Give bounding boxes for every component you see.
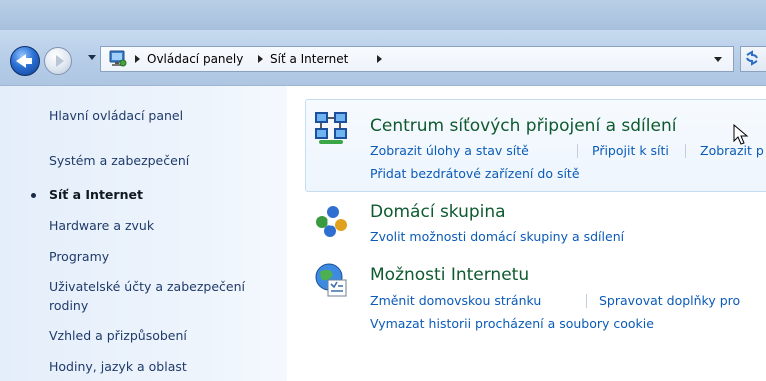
link-change-home-page[interactable]: Změnit domovskou stránku bbox=[370, 293, 541, 308]
link-separator bbox=[685, 144, 686, 158]
internet-options-icon[interactable] bbox=[313, 262, 349, 298]
link-separator bbox=[586, 294, 587, 308]
refresh-icon bbox=[746, 50, 758, 66]
navigation-bar: Ovládací panely Síť a Internet bbox=[0, 30, 766, 86]
address-bar[interactable]: Ovládací panely Síť a Internet bbox=[100, 46, 734, 72]
link-view-truncated[interactable]: Zobrazit p bbox=[700, 143, 764, 158]
sidebar-item-programs[interactable]: Programy bbox=[49, 247, 109, 266]
mouse-cursor-icon bbox=[733, 124, 749, 145]
breadcrumb-arrow-icon[interactable] bbox=[258, 55, 263, 63]
link-separator bbox=[577, 144, 578, 158]
sidebar-item-system-security[interactable]: Systém a zabezpečení bbox=[49, 151, 189, 170]
sidebar-item-network-internet: Síť a Internet bbox=[49, 187, 143, 202]
forward-arrow-icon bbox=[56, 55, 64, 67]
link-view-network-status[interactable]: Zobrazit úlohy a stav sítě bbox=[370, 143, 529, 158]
sidebar-item-appearance[interactable]: Vzhled a přizpůsobení bbox=[49, 326, 187, 345]
link-manage-addons[interactable]: Spravovat doplňky pro bbox=[599, 293, 740, 308]
back-arrow-icon bbox=[16, 54, 32, 68]
window-title-bar bbox=[0, 0, 766, 30]
address-dropdown-icon[interactable] bbox=[714, 57, 722, 62]
breadcrumb-network-internet[interactable]: Síť a Internet bbox=[270, 47, 348, 71]
sidebar-item-user-accounts[interactable]: Uživatelské účty a zabezpečení bbox=[49, 277, 245, 296]
breadcrumb-control-panel[interactable]: Ovládací panely bbox=[147, 47, 243, 71]
homegroup-icon[interactable] bbox=[313, 203, 349, 239]
category-title-internet-options[interactable]: Možnosti Internetu bbox=[370, 265, 529, 285]
link-connect-to-network[interactable]: Připojit k síti bbox=[592, 143, 669, 158]
current-item-bullet-icon bbox=[31, 193, 36, 198]
link-delete-browsing-history[interactable]: Vymazat historii procházení a soubory co… bbox=[370, 316, 654, 331]
refresh-button[interactable] bbox=[740, 46, 766, 72]
sidebar-item-clock-language[interactable]: Hodiny, jazyk a oblast bbox=[49, 357, 187, 376]
breadcrumb-arrow-icon[interactable] bbox=[135, 55, 140, 63]
recent-pages-dropdown-icon[interactable] bbox=[88, 55, 96, 60]
breadcrumb-arrow-icon[interactable] bbox=[377, 55, 382, 63]
category-title-homegroup[interactable]: Domácí skupina bbox=[370, 202, 506, 222]
back-button[interactable] bbox=[10, 46, 40, 76]
link-add-wireless-device[interactable]: Přidat bezdrátové zařízení do sítě bbox=[370, 166, 580, 181]
network-center-icon[interactable] bbox=[313, 110, 349, 146]
control-panel-icon bbox=[109, 50, 127, 67]
link-homegroup-options[interactable]: Zvolit možnosti domácí skupiny a sdílení bbox=[370, 229, 624, 244]
sidebar-item-hardware-sound[interactable]: Hardware a zvuk bbox=[49, 216, 154, 235]
sidebar-item-home[interactable]: Hlavní ovládací panel bbox=[49, 106, 183, 125]
category-title-network-center[interactable]: Centrum síťových připojení a sdílení bbox=[370, 116, 676, 136]
sidebar-item-user-accounts-line2[interactable]: rodiny bbox=[49, 296, 88, 315]
forward-button[interactable] bbox=[44, 47, 72, 75]
